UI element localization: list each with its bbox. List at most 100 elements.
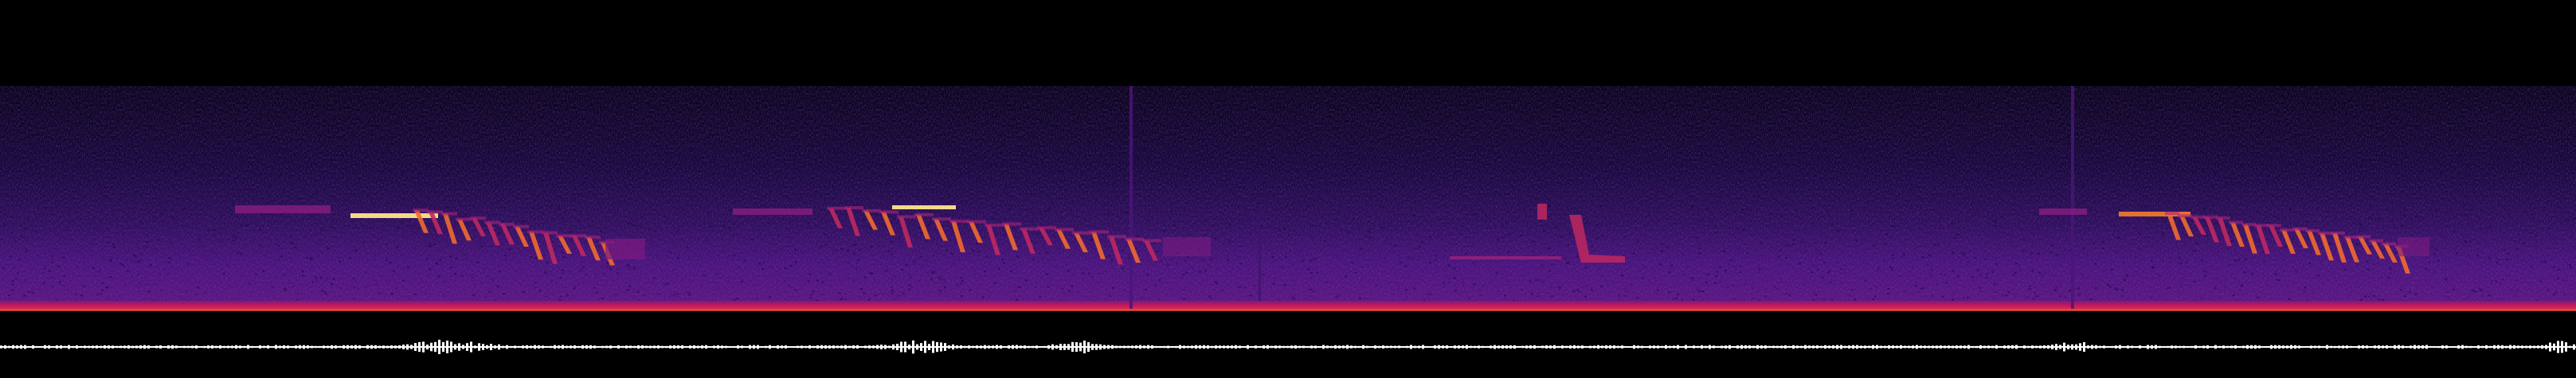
waveform-sample	[1593, 345, 1595, 349]
noise-speck	[245, 224, 248, 227]
waveform-sample	[80, 345, 82, 349]
noise-speck	[1903, 290, 1906, 293]
noise-speck	[742, 236, 744, 239]
noise-speck	[800, 277, 803, 279]
waveform-sample	[1565, 345, 1568, 349]
harmonic-trace	[862, 208, 881, 212]
noise-speck	[2564, 280, 2567, 283]
noise-speck	[2182, 292, 2185, 294]
noise-speck	[628, 267, 631, 269]
waveform-sample	[171, 345, 174, 349]
noise-speck	[1238, 255, 1241, 258]
waveform-sample	[207, 345, 209, 349]
waveform-sample	[1179, 345, 1181, 349]
waveform-sample	[2453, 345, 2456, 348]
noise-speck	[2369, 293, 2372, 295]
noise-speck	[2535, 241, 2538, 244]
noise-speck	[460, 210, 464, 212]
noise-speck	[1893, 225, 1897, 228]
noise-speck	[1572, 291, 1575, 294]
noise-speck	[1670, 208, 1674, 211]
waveform-sample	[2398, 345, 2400, 349]
noise-speck	[891, 253, 894, 255]
noise-speck	[777, 220, 780, 223]
waveform-sample	[275, 345, 277, 349]
noise-speck	[2211, 291, 2214, 293]
noise-speck	[1497, 238, 1500, 240]
noise-speck	[934, 263, 938, 265]
noise-speck	[346, 239, 349, 241]
noise-speck	[848, 262, 851, 264]
noise-speck	[187, 280, 190, 283]
noise-speck	[1994, 283, 1996, 286]
noise-speck	[1296, 217, 1299, 220]
noise-speck	[1202, 268, 1205, 271]
noise-speck	[1008, 266, 1012, 268]
noise-speck	[2389, 267, 2392, 270]
noise-speck	[1214, 237, 1217, 239]
waveform-sample	[2517, 345, 2519, 349]
waveform-sample	[1107, 345, 1110, 349]
noise-speck	[2192, 269, 2194, 271]
noise-speck	[1965, 263, 1968, 266]
noise-speck	[1738, 264, 1741, 267]
noise-speck	[80, 294, 83, 297]
noise-speck	[1547, 205, 1550, 208]
noise-speck	[1953, 290, 1956, 292]
waveform-sample	[2250, 345, 2253, 349]
noise-speck	[732, 235, 735, 237]
waveform-sample	[1119, 345, 1122, 349]
waveform-sample	[864, 345, 867, 349]
noise-speck	[1944, 224, 1948, 226]
waveform-sample	[1211, 345, 1213, 349]
noise-speck	[1569, 209, 1572, 212]
waveform-sample	[550, 345, 552, 349]
noise-speck	[1601, 275, 1603, 277]
noise-speck	[232, 235, 235, 237]
waveform-sample	[159, 345, 162, 349]
noise-speck	[1126, 261, 1128, 263]
waveform-sample	[1008, 345, 1010, 349]
waveform-sample	[458, 343, 460, 351]
waveform-sample	[1589, 345, 1591, 349]
noise-speck	[1358, 298, 1361, 299]
waveform-sample	[1852, 345, 1854, 349]
noise-speck	[902, 291, 905, 294]
noise-speck	[1169, 258, 1172, 259]
noise-speck	[686, 247, 689, 249]
noise-speck	[378, 237, 382, 240]
noise-speck	[1079, 248, 1082, 251]
noise-speck	[631, 223, 634, 225]
noise-speck	[977, 251, 981, 253]
noise-speck	[7, 294, 10, 297]
noise-speck	[1107, 215, 1110, 217]
noise-speck	[2389, 272, 2392, 275]
harmonic-trace	[2280, 228, 2294, 232]
noise-speck	[522, 290, 525, 293]
waveform-sample	[1004, 345, 1006, 348]
waveform-sample	[1653, 345, 1655, 349]
waveform-sample	[665, 345, 667, 349]
noise-speck	[1200, 258, 1203, 260]
noise-speck	[1250, 239, 1253, 241]
noise-speck	[960, 277, 963, 279]
waveform-sample	[1971, 345, 1974, 349]
waveform-sample	[1458, 345, 1460, 349]
noise-speck	[1756, 215, 1760, 217]
noise-speck	[2417, 263, 2420, 265]
noise-speck	[1760, 242, 1763, 244]
noise-speck	[884, 270, 887, 272]
noise-speck	[168, 261, 171, 263]
noise-speck	[138, 249, 141, 251]
waveform-sample	[785, 345, 787, 349]
noise-speck	[2327, 264, 2331, 267]
noise-speck	[301, 271, 304, 273]
noise-speck	[599, 211, 602, 213]
waveform-sample	[1282, 345, 1285, 349]
waveform-sample	[1868, 345, 1870, 349]
waveform-sample	[2159, 345, 2161, 349]
waveform-sample	[900, 341, 902, 353]
noise-speck	[2005, 232, 2008, 235]
noise-speck	[1208, 214, 1212, 216]
noise-speck	[1682, 273, 1685, 275]
